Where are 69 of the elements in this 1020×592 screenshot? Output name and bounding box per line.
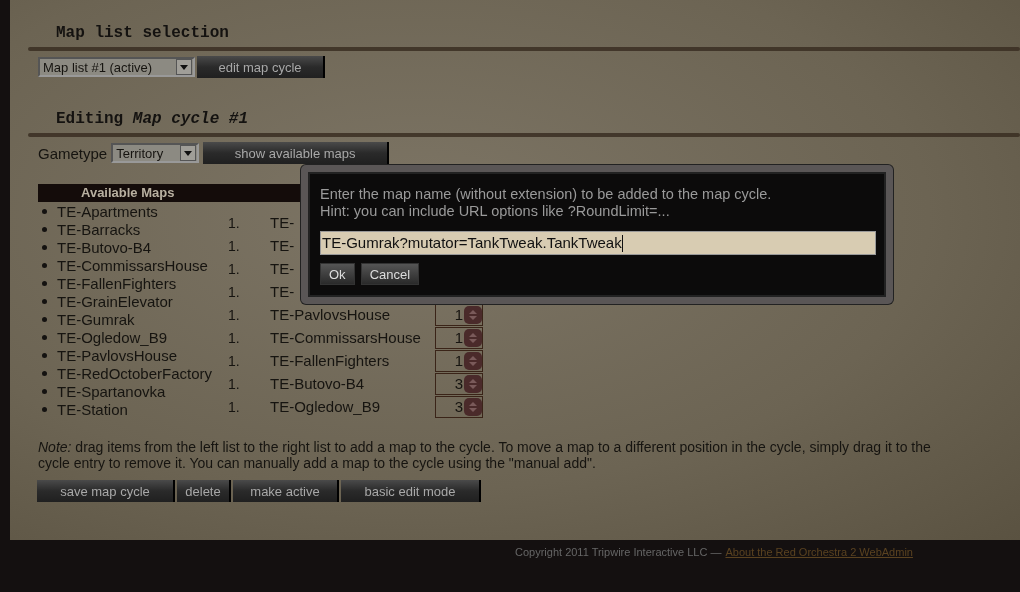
bullet-icon bbox=[42, 298, 47, 304]
rounds-field[interactable]: 1 bbox=[435, 349, 483, 372]
bullet-icon bbox=[42, 388, 47, 394]
bullet-icon bbox=[42, 226, 47, 232]
rounds-field[interactable]: 1 bbox=[435, 326, 483, 349]
cycle-item[interactable]: TE-CommissarsHouse bbox=[270, 329, 435, 346]
dialog-message: Enter the map name (without extension) to be added to the map cycle. bbox=[320, 186, 773, 203]
map-item[interactable]: TE-FallenFighters bbox=[57, 274, 177, 292]
note-text: Note: drag items from the left list to the right list to add a map to the cycle. To move a map to a different position in the cycle, simply drag it to the bbox=[38, 439, 932, 455]
map-item[interactable]: TE-RedOctoberFactory bbox=[57, 364, 213, 382]
bullet-icon bbox=[42, 208, 47, 214]
action-button[interactable]: make active bbox=[233, 480, 339, 502]
bullet-icon bbox=[42, 370, 47, 376]
row-number: 1. bbox=[228, 283, 241, 300]
map-item[interactable]: TE-Station bbox=[57, 400, 128, 418]
cycle-item[interactable]: TE-Butovo-B4 bbox=[270, 375, 435, 392]
map-item[interactable]: TE-Apartments bbox=[57, 202, 158, 220]
bullet-icon bbox=[42, 334, 47, 340]
note-text: cycle entry to remove it. You can manually add a map to the cycle using the "manual add". bbox=[38, 455, 597, 471]
action-button[interactable]: delete bbox=[177, 480, 231, 502]
cycle-item[interactable]: TE-Ogledow_B9 bbox=[270, 398, 435, 415]
map-item[interactable]: TE-CommissarsHouse bbox=[57, 256, 208, 274]
action-button[interactable]: save map cycle bbox=[37, 480, 175, 502]
row-number: 1. bbox=[228, 260, 241, 277]
map-item[interactable]: TE-PavlovsHouse bbox=[57, 346, 178, 364]
row-number: 1. bbox=[228, 375, 241, 392]
column-title: Available Maps bbox=[81, 185, 175, 200]
map-item[interactable]: TE-Spartanovka bbox=[57, 382, 166, 400]
map-item[interactable]: TE-Gumrak bbox=[57, 310, 135, 328]
bullet-icon bbox=[42, 244, 47, 250]
section-heading: Editing Map cycle #1 bbox=[55, 109, 250, 130]
rounds-field[interactable]: 3 bbox=[435, 395, 483, 418]
section-heading: Map list selection bbox=[55, 23, 230, 44]
cycle-item[interactable]: TE-FallenFighters bbox=[270, 352, 435, 369]
map-item[interactable]: TE-Barracks bbox=[57, 220, 141, 238]
dialog-message: Hint: you can include URL options like ?RoundLimit=... bbox=[320, 203, 671, 220]
bullet-icon bbox=[42, 262, 47, 268]
spinner-icon[interactable] bbox=[464, 305, 482, 324]
bullet-icon bbox=[42, 406, 47, 412]
spinner-icon[interactable] bbox=[464, 328, 482, 347]
row-number: 1. bbox=[228, 306, 241, 323]
dropdown[interactable]: Map list #1 (active) bbox=[38, 57, 195, 77]
cycle-item[interactable]: TE-PavlovsHouse bbox=[270, 306, 435, 323]
map-item[interactable]: TE-GrainElevator bbox=[57, 292, 173, 310]
dialog-button[interactable]: Cancel bbox=[360, 263, 420, 285]
map-item[interactable]: TE-Ogledow_B9 bbox=[57, 328, 168, 346]
bullet-icon bbox=[42, 280, 47, 286]
action-button[interactable]: basic edit mode bbox=[341, 480, 481, 502]
row-number: 1. bbox=[228, 214, 241, 231]
edit-button[interactable]: edit map cycle bbox=[197, 56, 325, 78]
dialog-button[interactable]: Ok bbox=[320, 263, 355, 285]
map-item[interactable]: TE-Butovo-B4 bbox=[57, 238, 152, 256]
row-number: 1. bbox=[228, 398, 241, 415]
gametype-label: Gametype bbox=[38, 144, 108, 162]
row-number: 1. bbox=[228, 237, 241, 254]
map-name-field[interactable]: TE-Gumrak?mutator=TankTweak.TankTweak bbox=[320, 231, 876, 255]
row-number: 1. bbox=[228, 352, 241, 369]
rounds-field[interactable]: 3 bbox=[435, 372, 483, 395]
spinner-icon[interactable] bbox=[464, 374, 482, 393]
spinner-icon[interactable] bbox=[464, 351, 482, 370]
row-number: 1. bbox=[228, 329, 241, 346]
about-link[interactable]: About the Red Orchestra 2 WebAdmin bbox=[725, 546, 913, 558]
bullet-icon bbox=[42, 316, 47, 322]
copyright-text: Copyright 2011 Tripwire Interactive LLC — bbox=[515, 546, 722, 558]
text-cursor bbox=[621, 234, 623, 252]
show-maps-button[interactable]: show available maps bbox=[203, 142, 390, 164]
spinner-icon[interactable] bbox=[464, 397, 482, 416]
bullet-icon bbox=[42, 352, 47, 358]
dropdown[interactable]: Territory bbox=[111, 143, 200, 163]
